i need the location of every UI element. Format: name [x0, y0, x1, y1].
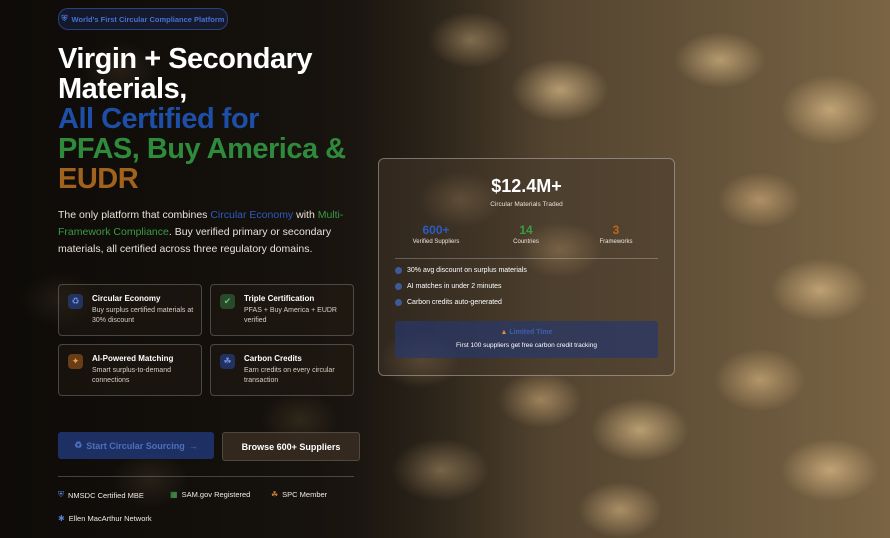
trust-item-sam: ▦ SAM.gov Registered: [170, 490, 250, 499]
feature-card-ai-matching[interactable]: ✦ AI-Powered Matching Smart surplus-to-d…: [58, 344, 202, 396]
headline-line-5: EUDR: [58, 163, 139, 195]
bullet-text: 30% avg discount on surplus materials: [407, 267, 527, 274]
trust-item-nmsdc: ⛨ NMSDC Certified MBE: [58, 490, 144, 500]
hero-headline: Virgin + Secondary Materials, All Certif…: [58, 44, 388, 194]
offer-title-text: Limited Time: [509, 329, 553, 336]
badge-text: World's First Circular Compliance Platfo…: [71, 14, 225, 24]
feature-card-triple-certification[interactable]: ✔ Triple Certification PFAS + Buy Americ…: [210, 284, 354, 336]
feature-desc: Buy surplus certified materials at 30% d…: [92, 307, 194, 324]
check-icon: [395, 283, 402, 290]
globe-icon: ✱: [58, 514, 65, 523]
description-text-1: The only platform that combines: [58, 209, 211, 221]
arrow-right-icon: →: [188, 440, 198, 451]
stat-label: Frameworks: [599, 239, 633, 245]
building-icon: ▦: [170, 490, 178, 499]
feature-card-carbon-credits[interactable]: ☘ Carbon Credits Earn credits on every c…: [210, 344, 354, 396]
headline-line-4: PFAS, Buy America &: [58, 133, 346, 165]
shield-icon: ⛨: [61, 14, 68, 23]
stat-frameworks: 3 Frameworks: [576, 223, 656, 245]
feature-title: Carbon Credits: [244, 354, 302, 363]
button-label: Start Circular Sourcing: [86, 440, 185, 451]
hero-description: The only platform that combines Circular…: [58, 207, 358, 258]
shield-icon: ⛨: [58, 490, 64, 499]
trust-label: Ellen MacArthur Network: [68, 514, 152, 523]
button-label: Browse 600+ Suppliers: [241, 441, 341, 452]
bullet-item: 30% avg discount on surplus materials: [395, 267, 527, 274]
check-icon: [395, 267, 402, 274]
description-text-2: with: [293, 209, 318, 221]
leaf-icon: ☘: [220, 354, 235, 369]
headline-line-2: Materials,: [58, 73, 187, 105]
recycle-icon: ♻: [68, 294, 83, 309]
bullet-item: AI matches in under 2 minutes: [395, 283, 502, 290]
headline-line-3: All Certified for: [58, 103, 259, 135]
recycle-icon: ♻: [74, 440, 83, 450]
divider: [58, 476, 354, 477]
browse-suppliers-button[interactable]: Browse 600+ Suppliers: [222, 432, 360, 461]
stat-value: 600+: [422, 223, 450, 237]
offer-title: ▲ Limited Time: [395, 329, 658, 336]
bullet-text: Carbon credits auto-generated: [407, 299, 502, 306]
card-divider: [395, 258, 658, 259]
stats-card: $12.4M+ Circular Materials Traded 600+ V…: [378, 158, 675, 376]
trust-item-ellen-macarthur: ✱ Ellen MacArthur Network: [58, 514, 152, 523]
traded-value: $12.4M+: [491, 176, 562, 196]
traded-label: Circular Materials Traded: [490, 201, 563, 208]
hero-section: ⛨ World's First Circular Compliance Plat…: [0, 0, 890, 538]
stat-countries: 14 Countries: [486, 223, 566, 245]
feature-title: Circular Economy: [92, 294, 161, 303]
trust-label: NMSDC Certified MBE: [68, 490, 144, 500]
description-highlight-circular: Circular Economy: [210, 209, 294, 221]
stat-value: 3: [612, 223, 620, 237]
trust-label: SPC Member: [282, 490, 328, 499]
shield-check-icon: ✔: [220, 294, 235, 309]
bullet-item: Carbon credits auto-generated: [395, 299, 502, 306]
trust-label: SAM.gov Registered: [181, 490, 251, 499]
bullet-text: AI matches in under 2 minutes: [407, 283, 502, 290]
headline-line-1: Virgin + Secondary: [58, 43, 312, 75]
stat-value: 14: [519, 223, 533, 237]
hero-badge: ⛨ World's First Circular Compliance Plat…: [58, 8, 228, 30]
trust-item-spc: ☘ SPC Member: [271, 490, 327, 499]
stat-label: Countries: [513, 239, 539, 245]
feature-desc: Earn credits on every circular transacti…: [244, 367, 335, 384]
feature-desc: Smart surplus-to-demand connections: [92, 367, 171, 384]
start-circular-sourcing-button[interactable]: ♻ Start Circular Sourcing →: [58, 432, 214, 459]
fire-icon: ▲: [500, 329, 508, 336]
feature-desc: PFAS + Buy America + EUDR verified: [244, 307, 337, 324]
check-icon: [395, 299, 402, 306]
offer-subtitle: First 100 suppliers get free carbon cred…: [456, 342, 597, 349]
leaf-icon: ☘: [271, 490, 279, 499]
stat-verified-suppliers: 600+ Verified Suppliers: [396, 223, 476, 245]
feature-card-circular-economy[interactable]: ♻ Circular Economy Buy surplus certified…: [58, 284, 202, 336]
feature-title: Triple Certification: [244, 294, 315, 303]
sparkle-icon: ✦: [68, 354, 83, 369]
stat-label: Verified Suppliers: [412, 239, 460, 245]
limited-time-offer[interactable]: ▲ Limited Time First 100 suppliers get f…: [395, 321, 658, 358]
feature-title: AI-Powered Matching: [92, 354, 174, 363]
